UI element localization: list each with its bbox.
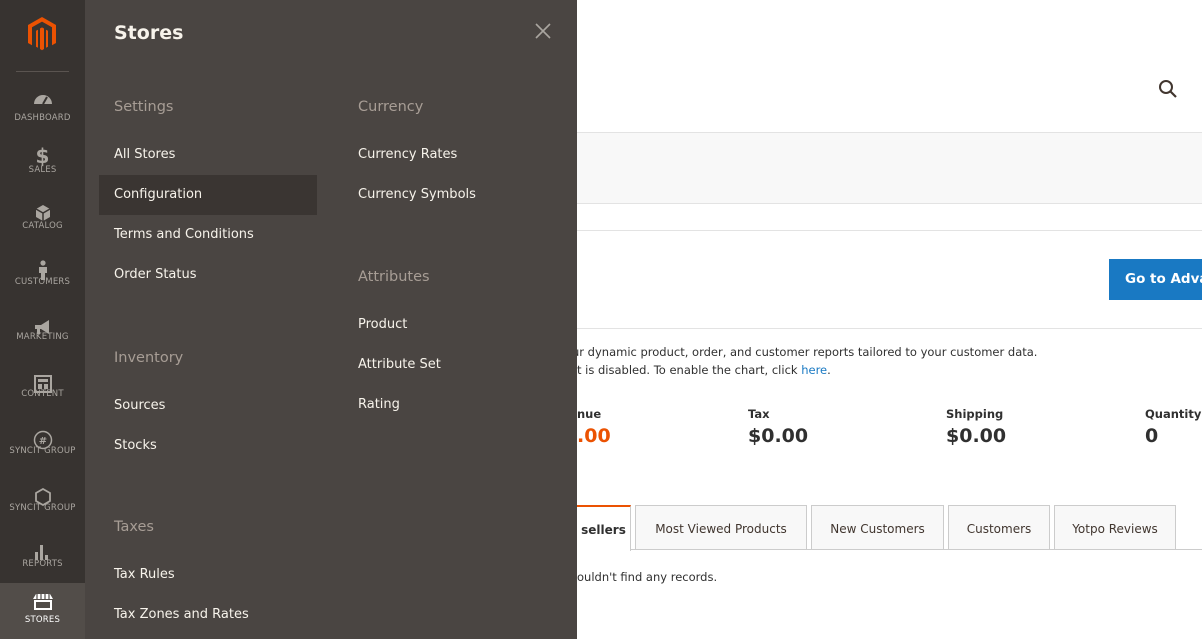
sidebar-item-marketing[interactable]: MARKETING bbox=[0, 308, 85, 365]
totals-quantity-value: 0 bbox=[1145, 425, 1159, 447]
totals-revenue-value: .00 bbox=[577, 425, 611, 447]
sidebar-item-label: STORES bbox=[24, 615, 61, 625]
sidebar-item-label: DASHBOARD bbox=[14, 113, 71, 123]
totals-shipping-label: Shipping bbox=[946, 407, 1004, 421]
menu-item-configuration[interactable]: Configuration bbox=[99, 175, 317, 215]
sidebar-item-label: REPORTS bbox=[22, 559, 63, 569]
menu-item-currency-symbols[interactable]: Currency Symbols bbox=[358, 175, 476, 215]
section-heading-attributes: Attributes bbox=[358, 269, 430, 285]
menu-item-tax-zones-and-rates[interactable]: Tax Zones and Rates bbox=[114, 595, 249, 635]
tab-new-customers[interactable]: New Customers bbox=[811, 505, 944, 549]
menu-item-product[interactable]: Product bbox=[358, 305, 407, 345]
stores-flyout-menu: Stores Settings All Stores Configuration… bbox=[85, 0, 577, 639]
section-heading-currency: Currency bbox=[358, 99, 424, 115]
sidebar-item-reports[interactable]: REPORTS bbox=[0, 532, 85, 589]
chart-disabled-note: t is disabled. To enable the chart, clic… bbox=[577, 363, 831, 377]
menu-item-all-stores[interactable]: All Stores bbox=[114, 135, 175, 175]
tab-customers[interactable]: Customers bbox=[948, 505, 1050, 549]
sidebar-item-stores[interactable]: STORES bbox=[0, 583, 85, 639]
tab-most-viewed-products[interactable]: Most Viewed Products bbox=[635, 505, 807, 549]
sidebar-item-label: SALES bbox=[28, 165, 57, 175]
magento-logo[interactable] bbox=[0, 0, 85, 72]
flyout-title: Stores bbox=[114, 22, 184, 44]
menu-item-sources[interactable]: Sources bbox=[114, 386, 165, 426]
sidebar-item-label: CATALOG bbox=[22, 221, 63, 231]
menu-item-order-status[interactable]: Order Status bbox=[114, 255, 197, 295]
totals-quantity-label: Quantity bbox=[1145, 407, 1202, 421]
sidebar-item-syncit-group[interactable]: # SYNCIT GROUP bbox=[0, 421, 85, 478]
tab-bestsellers[interactable]: sellers bbox=[577, 505, 631, 551]
tab-yotpo-reviews[interactable]: Yotpo Reviews bbox=[1054, 505, 1176, 549]
admin-sidebar: DASHBOARD $ SALES CATALOG CUSTOMERS MARK… bbox=[0, 0, 85, 639]
no-records-message: ouldn't find any records. bbox=[577, 570, 718, 584]
sidebar-item-label: CUSTOMERS bbox=[14, 277, 71, 287]
section-heading-taxes: Taxes bbox=[114, 519, 154, 535]
dollar-icon: $ bbox=[35, 144, 50, 168]
sidebar-item-customers[interactable]: CUSTOMERS bbox=[0, 251, 85, 308]
dashboard-icon bbox=[0, 88, 85, 110]
sidebar-item-label: SYNCIT GROUP bbox=[9, 446, 76, 456]
totals-shipping-value: $0.00 bbox=[946, 425, 1007, 447]
sidebar-item-sales[interactable]: $ SALES bbox=[0, 137, 85, 194]
menu-item-currency-rates[interactable]: Currency Rates bbox=[358, 135, 457, 175]
section-heading-inventory: Inventory bbox=[114, 350, 184, 366]
sidebar-item-label: MARKETING bbox=[16, 332, 69, 342]
magento-logo-icon bbox=[28, 17, 56, 51]
sidebar-item-content[interactable]: CONTENT bbox=[0, 365, 85, 422]
chart-note-end: . bbox=[827, 363, 831, 377]
sidebar-item-dashboard[interactable]: DASHBOARD bbox=[0, 80, 85, 137]
sidebar-item-label: SYNCIT GROUP bbox=[9, 503, 76, 513]
divider bbox=[577, 230, 1202, 231]
menu-item-attribute-set[interactable]: Attribute Set bbox=[358, 345, 441, 385]
page-actions-band bbox=[577, 132, 1202, 204]
menu-item-rating[interactable]: Rating bbox=[358, 385, 400, 425]
menu-item-tax-rules[interactable]: Tax Rules bbox=[114, 555, 175, 595]
close-icon[interactable] bbox=[532, 20, 554, 42]
sidebar-item-catalog[interactable]: CATALOG bbox=[0, 194, 85, 251]
totals-tax-value: $0.00 bbox=[748, 425, 809, 447]
divider bbox=[577, 328, 1202, 329]
section-heading-settings: Settings bbox=[114, 99, 174, 115]
advanced-reporting-text: ur dynamic product, order, and customer … bbox=[572, 345, 1038, 359]
sidebar-item-label: CONTENT bbox=[21, 389, 64, 399]
search-icon[interactable] bbox=[1157, 78, 1179, 100]
go-to-advanced-reporting-button[interactable]: Go to Adva bbox=[1109, 259, 1202, 300]
store-icon bbox=[0, 591, 85, 613]
enable-chart-link[interactable]: here bbox=[801, 363, 827, 377]
menu-item-stocks[interactable]: Stocks bbox=[114, 426, 157, 466]
totals-revenue-label: nue bbox=[577, 407, 602, 421]
totals-tax-label: Tax bbox=[748, 407, 770, 421]
sidebar-item-syncit-group-2[interactable]: SYNCIT GROUP bbox=[0, 478, 85, 535]
menu-item-terms-and-conditions[interactable]: Terms and Conditions bbox=[114, 215, 254, 255]
chart-note-text: t is disabled. To enable the chart, clic… bbox=[577, 363, 802, 377]
logo-divider bbox=[16, 71, 69, 72]
